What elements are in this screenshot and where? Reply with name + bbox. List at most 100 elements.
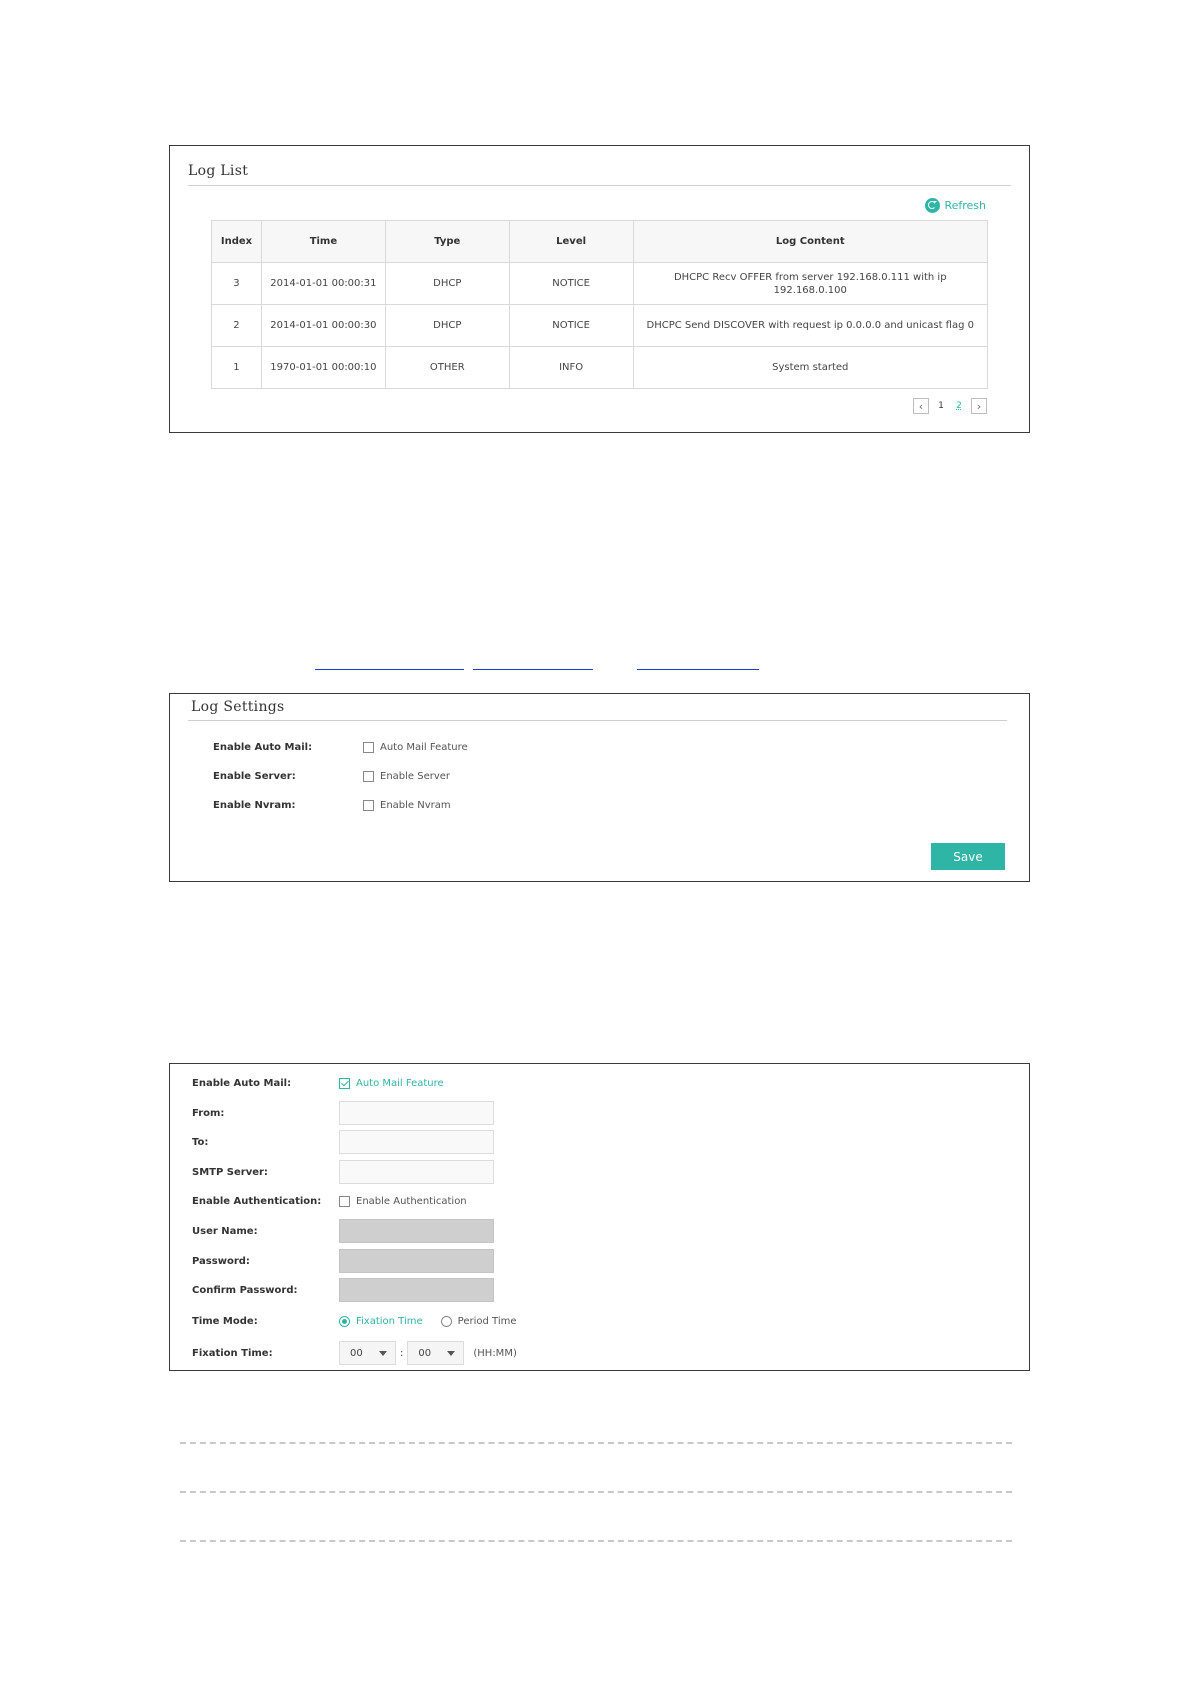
chevron-down-icon [447, 1350, 456, 1356]
password-field [339, 1249, 494, 1273]
auto-mail-checkbox[interactable] [363, 742, 374, 753]
smtp-row: SMTP Server: [192, 1160, 494, 1184]
to-row: To: [192, 1130, 494, 1154]
nvram-label: Enable Nvram: [213, 800, 296, 811]
auto-mail-label: Enable Auto Mail: [213, 742, 313, 753]
refresh-button[interactable]: Refresh [925, 198, 986, 213]
cell-level: NOTICE [508, 262, 634, 305]
cell-log-content: System started [632, 346, 989, 389]
password-row: Password: [192, 1249, 494, 1273]
to-field[interactable] [339, 1130, 494, 1154]
cell-index: 2 [211, 304, 262, 347]
to-label: To: [192, 1136, 209, 1148]
log-settings-panel: Log Settings Enable Auto Mail: Auto Mail… [169, 693, 1030, 882]
cell-time: 2014-01-01 00:00:31 [260, 262, 386, 305]
fixation-time-option: Fixation Time [356, 1316, 423, 1327]
table-row: 3 2014-01-01 00:00:31 DHCP NOTICE DHCPC … [211, 262, 989, 305]
username-label: User Name: [192, 1225, 258, 1237]
username-row: User Name: [192, 1219, 494, 1243]
dashed-divider [180, 1540, 1012, 1542]
mail-settings-panel: Enable Auto Mail: Auto Mail Feature From… [169, 1063, 1030, 1371]
from-field[interactable] [339, 1101, 494, 1125]
cell-time: 1970-01-01 00:00:10 [260, 346, 386, 389]
minute-value: 00 [418, 1347, 432, 1359]
auto-mail-label: Enable Auto Mail: [192, 1078, 292, 1089]
auto-mail-option: Auto Mail Feature [380, 742, 468, 753]
page-1-link[interactable]: 1 [935, 401, 947, 411]
log-table: Index Time Type Level Log Content 3 2014… [211, 220, 989, 389]
server-checkbox[interactable] [363, 771, 374, 782]
column-header-log-content: Log Content [632, 220, 989, 263]
chevron-down-icon [379, 1350, 387, 1356]
link-underline[interactable] [473, 669, 593, 670]
cell-type: DHCP [384, 304, 510, 347]
time-mode-row: Time Mode: Fixation Time Period Time [192, 1316, 517, 1327]
time-separator: : [400, 1347, 404, 1359]
cell-index: 3 [211, 262, 262, 305]
from-row: From: [192, 1101, 494, 1125]
server-option: Enable Server [380, 771, 451, 782]
link-underline[interactable] [315, 669, 464, 670]
server-label: Enable Server: [213, 771, 296, 782]
link-underline[interactable] [637, 669, 759, 670]
auto-mail-row: Enable Auto Mail: Auto Mail Feature [213, 742, 468, 753]
table-row: 2 2014-01-01 00:00:30 DHCP NOTICE DHCPC … [211, 304, 989, 347]
log-settings-title: Log Settings [191, 699, 285, 715]
auto-mail-option: Auto Mail Feature [356, 1078, 444, 1089]
nvram-row: Enable Nvram: Enable Nvram [213, 800, 451, 811]
column-header-time: Time [260, 220, 386, 263]
refresh-label: Refresh [944, 199, 986, 212]
divider [188, 720, 1007, 721]
period-time-radio[interactable] [440, 1316, 452, 1327]
refresh-icon [925, 198, 941, 213]
fixation-time-label: Fixation Time: [192, 1347, 273, 1359]
nvram-option: Enable Nvram [380, 800, 451, 811]
divider [188, 185, 1011, 186]
auto-mail-checkbox[interactable] [339, 1078, 350, 1089]
smtp-label: SMTP Server: [192, 1166, 268, 1178]
auth-row: Enable Authentication: Enable Authentica… [192, 1196, 467, 1207]
prev-page-button[interactable]: ‹ [913, 398, 929, 414]
hour-select[interactable]: 00 [339, 1341, 396, 1365]
username-field [339, 1219, 494, 1243]
fixation-time-row: Fixation Time: 00 : 00 (HH:MM) [192, 1341, 517, 1365]
hour-value: 00 [350, 1347, 363, 1359]
fixation-time-radio[interactable] [339, 1316, 350, 1327]
cell-time: 2014-01-01 00:00:30 [260, 304, 386, 347]
password-label: Password: [192, 1255, 250, 1267]
page-2-link[interactable]: 2 [953, 401, 965, 411]
column-header-index: Index [211, 220, 262, 263]
smtp-server-field[interactable] [339, 1160, 494, 1184]
cell-level: INFO [508, 346, 634, 389]
save-button[interactable]: Save [931, 843, 1005, 870]
table-header-row: Index Time Type Level Log Content [211, 220, 989, 263]
confirm-password-field [339, 1278, 494, 1302]
log-list-title: Log List [188, 163, 249, 179]
confirm-password-label: Confirm Password: [192, 1284, 298, 1296]
cell-log-content: DHCPC Send DISCOVER with request ip 0.0.… [632, 304, 989, 347]
cell-type: DHCP [384, 262, 510, 305]
dashed-divider [180, 1491, 1012, 1493]
time-format-hint: (HH:MM) [473, 1347, 517, 1359]
pagination: ‹ 1 2 › [913, 398, 987, 414]
dashed-divider [180, 1442, 1012, 1444]
log-list-panel: Log List Refresh Index Time Type Level L… [169, 145, 1030, 433]
column-header-level: Level [508, 220, 634, 263]
cell-log-content: DHCPC Recv OFFER from server 192.168.0.1… [632, 262, 989, 305]
time-mode-label: Time Mode: [192, 1316, 258, 1327]
confirm-password-row: Confirm Password: [192, 1278, 494, 1302]
nvram-checkbox[interactable] [363, 800, 374, 811]
auto-mail-row: Enable Auto Mail: Auto Mail Feature [192, 1078, 444, 1089]
minute-select[interactable]: 00 [407, 1341, 465, 1365]
from-label: From: [192, 1107, 225, 1119]
cell-level: NOTICE [508, 304, 634, 347]
auth-checkbox[interactable] [339, 1196, 350, 1207]
auth-label: Enable Authentication: [192, 1196, 322, 1207]
auth-option: Enable Authentication [356, 1196, 467, 1207]
cell-index: 1 [211, 346, 262, 389]
table-row: 1 1970-01-01 00:00:10 OTHER INFO System … [211, 346, 989, 389]
next-page-button[interactable]: › [971, 398, 987, 414]
server-row: Enable Server: Enable Server [213, 771, 450, 782]
column-header-type: Type [384, 220, 510, 263]
cell-type: OTHER [384, 346, 510, 389]
